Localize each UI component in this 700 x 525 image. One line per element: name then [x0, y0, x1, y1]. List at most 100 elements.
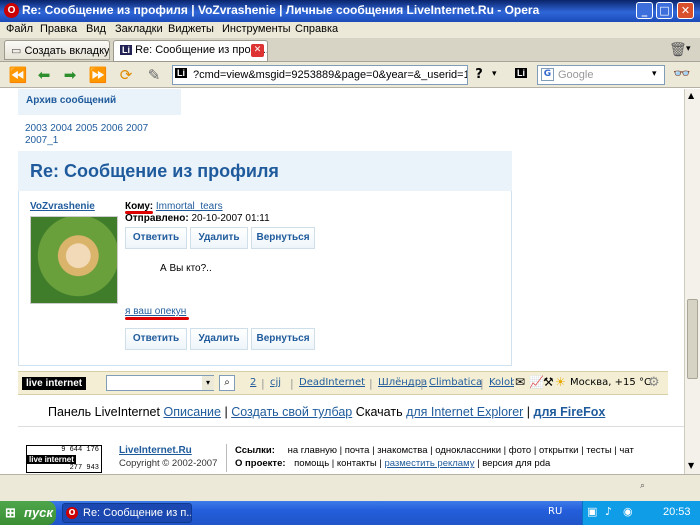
toolbar-counter[interactable]: 2 — [250, 377, 256, 388]
menu-help[interactable]: Справка — [295, 23, 338, 35]
menu-widgets[interactable]: Виджеты — [168, 23, 214, 35]
about-link[interactable]: версия для pda — [482, 458, 550, 469]
help-icon[interactable]: ? — [469, 65, 489, 85]
menu-view[interactable]: Вид — [86, 23, 106, 35]
clock: 20:53 — [663, 506, 691, 518]
reply-text: я ваш опекун — [125, 306, 187, 317]
search-chevron-down-icon[interactable]: ▾ — [652, 69, 657, 79]
counter-top: 9 644 176 — [61, 446, 99, 454]
address-dropdown-chevron-icon[interactable]: ▾ — [492, 69, 497, 79]
footer-link[interactable]: почта — [345, 445, 370, 456]
toolbar-search-chevron-icon[interactable]: ▾ — [202, 376, 214, 390]
liveinternet-counter[interactable]: 9 644 176 live internet 277 943 — [26, 445, 102, 473]
glasses-icon[interactable]: 👓 — [673, 66, 690, 82]
year-link[interactable]: 2006 — [101, 123, 123, 134]
search-input[interactable]: Google — [537, 65, 665, 85]
taskbar-window-button[interactable]: Re: Сообщение из п... — [62, 503, 192, 523]
chart-icon[interactable]: 📈 — [529, 375, 544, 389]
message-title: Re: Сообщение из профиля — [30, 161, 279, 181]
toolbar-search-input[interactable] — [106, 375, 214, 391]
year-link[interactable]: 2007_1 — [25, 135, 58, 146]
maximize-button[interactable]: □ — [656, 2, 673, 19]
page-viewport: Архив сообщений 2003 2004 2005 2006 2007 2007… — [0, 89, 684, 474]
menu-bookmarks[interactable]: Закладки — [115, 23, 163, 35]
toolbar-link-kolob[interactable]: Kolob — [489, 377, 514, 388]
tab-menu-chevron-icon[interactable]: ▾ — [686, 44, 691, 54]
brand-link[interactable]: LiveInternet.Ru — [119, 445, 192, 456]
liveinternet-toolbar-logo[interactable]: live internet — [22, 376, 87, 390]
network-icon[interactable]: ▣ — [587, 505, 597, 518]
minimize-button[interactable]: _ — [636, 2, 653, 19]
delete-button-bottom[interactable]: Удалить — [190, 328, 248, 350]
scroll-up-icon[interactable]: ▲ — [688, 91, 694, 100]
status-bar: ⌕ — [0, 474, 700, 501]
footer-separator — [226, 444, 227, 472]
about-link[interactable]: контакты — [337, 458, 377, 469]
recipient-link[interactable]: Immortal_tears — [156, 201, 223, 212]
scroll-down-icon[interactable]: ▼ — [688, 461, 694, 470]
edit-pen-icon[interactable]: ✎ — [144, 65, 164, 85]
footer-link[interactable]: на главную — [288, 445, 337, 456]
footer-link[interactable]: одноклассники — [435, 445, 501, 456]
back-arrow-icon[interactable]: ⬅ — [34, 65, 54, 85]
reply-button[interactable]: Ответить — [125, 227, 187, 249]
gear-icon[interactable]: ⚙ — [648, 375, 660, 390]
footer-link[interactable]: фото — [509, 445, 531, 456]
vertical-scrollbar[interactable]: ▲ ▼ — [684, 89, 700, 474]
volume-icon[interactable]: ♪ — [605, 505, 612, 518]
new-tab-button[interactable]: ▭ Создать вкладку — [4, 40, 110, 60]
about-link[interactable]: разместить рекламу — [384, 458, 474, 469]
promo-create-link[interactable]: Создать свой тулбар — [231, 405, 352, 419]
search-placeholder: Google — [558, 69, 594, 81]
window-title: Re: Сообщение из профиля | VoZvrashenie … — [22, 3, 540, 17]
year-link[interactable]: 2007 — [126, 123, 148, 134]
rewind-icon[interactable]: ⏪ — [8, 65, 28, 85]
zoom-icon[interactable]: ⌕ — [640, 481, 645, 491]
toolbar-link-cjj[interactable]: cjj — [270, 377, 281, 388]
back-button-bottom[interactable]: Вернуться — [251, 328, 315, 350]
reload-icon[interactable]: ⟳ — [116, 65, 136, 85]
links-label: Ссылки: — [235, 445, 275, 456]
about-link[interactable]: помощь — [294, 458, 329, 469]
trash-icon[interactable]: 🗑 — [669, 42, 687, 58]
delete-button[interactable]: Удалить — [190, 227, 248, 249]
scroll-thumb[interactable] — [687, 299, 698, 379]
year-link[interactable]: 2004 — [50, 123, 72, 134]
tray-app-icon[interactable]: ◉ — [623, 505, 633, 518]
author-avatar[interactable] — [30, 216, 118, 304]
start-button[interactable]: ⊞ пуск — [0, 501, 56, 525]
menu-edit[interactable]: Правка — [40, 23, 77, 35]
toolbar-search-icon[interactable]: ⌕ — [219, 375, 235, 391]
footer-link[interactable]: открытки — [539, 445, 579, 456]
fast-forward-icon[interactable]: ⏩ — [88, 65, 108, 85]
promo-download: Скачать — [355, 405, 403, 419]
author-link[interactable]: VoZvrashenie — [30, 201, 95, 212]
about-label: О проекте: — [235, 458, 286, 469]
menu-file[interactable]: Файл — [6, 23, 33, 35]
close-button[interactable]: ✕ — [677, 2, 694, 19]
toolbar-link-climbatica[interactable]: Climbatica — [429, 377, 482, 388]
menu-tools[interactable]: Инструменты — [222, 23, 291, 35]
promo-ie-link[interactable]: для Internet Explorer — [406, 405, 523, 419]
language-indicator[interactable]: RU — [548, 506, 562, 517]
message-body: А Вы кто?.. — [160, 263, 212, 274]
year-link[interactable]: 2003 — [25, 123, 47, 134]
back-button[interactable]: Вернуться — [251, 227, 315, 249]
footer-link[interactable]: тесты — [586, 445, 611, 456]
forward-arrow-icon[interactable]: ➡ — [60, 65, 80, 85]
sent-date: 20-10-2007 01:11 — [191, 213, 270, 224]
sent-line: Отправлено: 20-10-2007 01:11 — [125, 213, 270, 224]
wrench-icon[interactable]: ⚒ — [543, 375, 554, 389]
toolbar-link-deadinternet[interactable]: DeadInternet — [299, 377, 365, 388]
promo-firefox-link[interactable]: для FireFox — [534, 405, 606, 419]
reply-button-bottom[interactable]: Ответить — [125, 328, 187, 350]
mail-icon[interactable]: ✉ — [515, 375, 525, 389]
tab-active[interactable]: Li Re: Сообщение из проф... — [113, 40, 268, 62]
footer-link[interactable]: чат — [619, 445, 633, 456]
year-link[interactable]: 2005 — [76, 123, 98, 134]
liveinternet-button-icon[interactable]: Li — [515, 68, 527, 78]
tab-close-icon[interactable]: ✕ — [251, 44, 264, 57]
promo-describe-link[interactable]: Описание — [163, 405, 221, 419]
footer-link[interactable]: знакомства — [377, 445, 427, 456]
address-field[interactable]: ?cmd=view&msgid=9253889&page=0&year=&_us… — [172, 65, 468, 85]
